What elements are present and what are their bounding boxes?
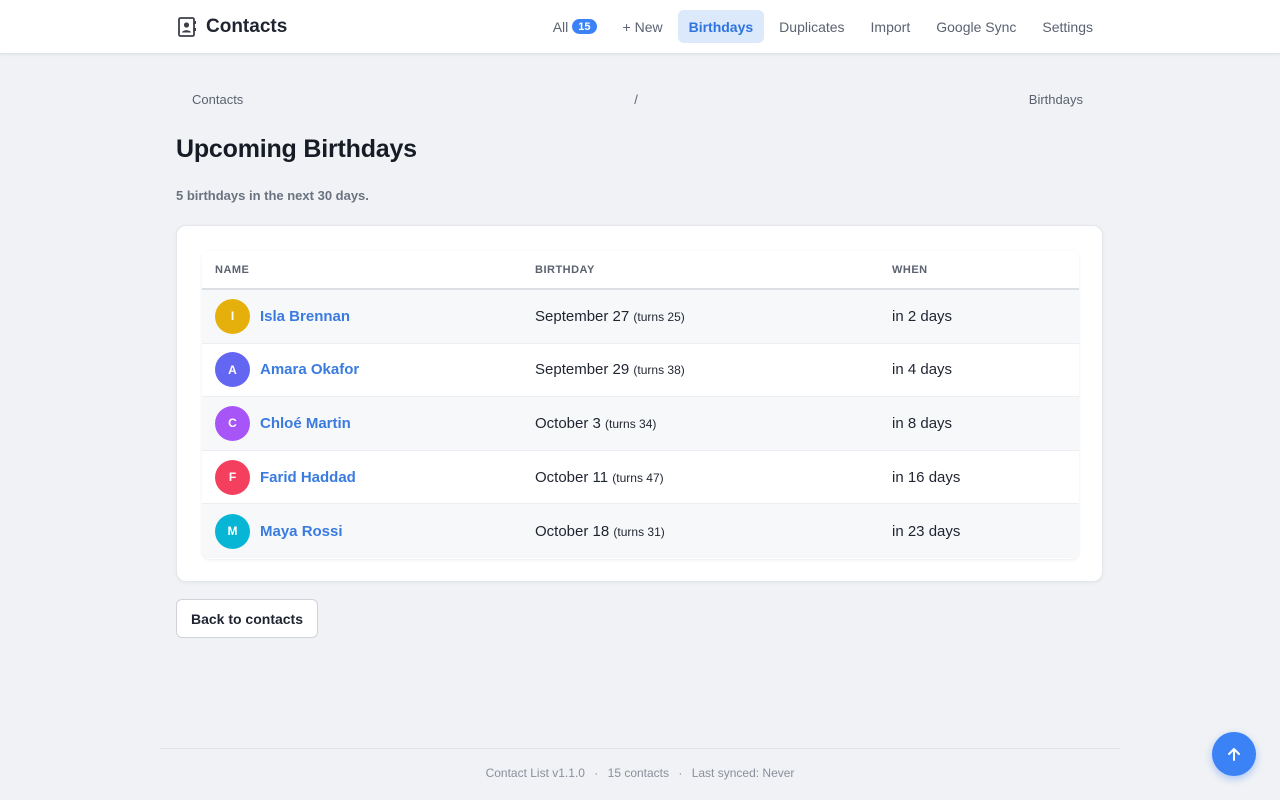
- name-cell: A Amara Okafor: [202, 352, 535, 388]
- table-row: F Farid Haddad October 11 (turns 47) in …: [202, 450, 1079, 505]
- breadcrumb: Contacts / Birthdays: [176, 90, 1103, 108]
- birthday-cell: September 27 (turns 25): [535, 308, 892, 325]
- nav-import[interactable]: Import: [860, 10, 922, 43]
- when-cell: in 23 days: [892, 522, 961, 540]
- scroll-to-top-button[interactable]: [1212, 732, 1256, 776]
- avatar: A: [215, 352, 250, 388]
- page-title: Upcoming Birthdays: [176, 135, 417, 163]
- nav-all[interactable]: All 15: [542, 10, 608, 43]
- nav-birthdays[interactable]: Birthdays: [677, 10, 765, 43]
- name-cell: C Chloé Martin: [202, 405, 535, 441]
- nav-settings[interactable]: Settings: [1031, 10, 1104, 43]
- nav-google-sync[interactable]: Google Sync: [925, 10, 1027, 43]
- footer-contacts-count: 15 contacts: [607, 766, 670, 780]
- address-book-icon: [178, 17, 196, 37]
- arrow-up-icon: [1228, 748, 1240, 761]
- birthday-date: September 29: [535, 361, 630, 379]
- footer-separator: ·: [678, 766, 683, 780]
- nav-all-label: All: [552, 18, 569, 35]
- breadcrumb-root[interactable]: Contacts: [192, 92, 243, 107]
- contact-name-link[interactable]: Amara Okafor: [260, 361, 359, 378]
- birthday-date: September 27: [535, 307, 630, 325]
- breadcrumb-current: Birthdays: [1028, 91, 1083, 107]
- when-cell: in 4 days: [892, 361, 953, 379]
- when-cell: in 8 days: [892, 414, 953, 432]
- contact-name-link[interactable]: Isla Brennan: [260, 308, 350, 325]
- birthday-date: October 11: [535, 468, 609, 486]
- nav-new[interactable]: + New: [612, 10, 674, 43]
- when-cell: in 16 days: [892, 468, 961, 486]
- back-to-contacts-button[interactable]: Back to contacts: [176, 599, 318, 638]
- birthday-cell: October 11 (turns 47): [535, 469, 892, 486]
- header-name: NAME: [215, 263, 250, 276]
- contacts-count-badge: 15: [572, 19, 597, 34]
- app-title: Contacts: [206, 16, 288, 37]
- birthdays-table: NAME BIRTHDAY WHEN I Isla Brennan Septem…: [202, 251, 1079, 559]
- page-subtitle: 5 birthdays in the next 30 days.: [176, 188, 369, 203]
- contact-name-link[interactable]: Chloé Martin: [260, 415, 351, 432]
- avatar: F: [215, 459, 250, 495]
- contact-name-link[interactable]: Farid Haddad: [260, 469, 356, 486]
- when-cell: in 2 days: [892, 307, 953, 325]
- name-cell: I Isla Brennan: [202, 298, 535, 334]
- header-birthday: BIRTHDAY: [535, 263, 595, 276]
- turns-age: (turns 25): [633, 309, 685, 324]
- birthday-date: October 18: [535, 522, 610, 540]
- top-navbar: Contacts All 15 + New Birthdays Duplicat…: [0, 0, 1280, 54]
- turns-age: (turns 47): [612, 470, 664, 485]
- turns-age: (turns 38): [633, 363, 685, 378]
- footer: Contact List v1.1.0 · 15 contacts · Last…: [0, 766, 1280, 780]
- footer-sync-status: Last synced: Never: [691, 766, 795, 780]
- brand[interactable]: Contacts: [178, 14, 287, 40]
- table-row: M Maya Rossi October 18 (turns 31) in 23…: [202, 504, 1079, 558]
- breadcrumb-separator: /: [634, 91, 638, 107]
- table-row: I Isla Brennan September 27 (turns 25) i…: [202, 290, 1079, 344]
- footer-version: Contact List v1.1.0: [485, 766, 585, 780]
- avatar: M: [215, 513, 250, 549]
- turns-age: (turns 31): [613, 524, 665, 539]
- table-body: I Isla Brennan September 27 (turns 25) i…: [202, 290, 1079, 558]
- birthday-cell: October 3 (turns 34): [535, 415, 892, 432]
- birthday-date: October 3: [535, 414, 601, 432]
- table-header: NAME BIRTHDAY WHEN: [202, 251, 1079, 290]
- name-cell: M Maya Rossi: [202, 513, 535, 549]
- table-row: C Chloé Martin October 3 (turns 34) in 8…: [202, 397, 1079, 451]
- birthdays-card: NAME BIRTHDAY WHEN I Isla Brennan Septem…: [176, 225, 1103, 582]
- name-cell: F Farid Haddad: [202, 459, 535, 495]
- header-when: WHEN: [892, 263, 928, 276]
- nav-duplicates[interactable]: Duplicates: [768, 10, 855, 43]
- birthday-cell: October 18 (turns 31): [535, 523, 892, 540]
- table-row: A Amara Okafor September 29 (turns 38) i…: [202, 343, 1079, 398]
- birthday-cell: September 29 (turns 38): [535, 361, 892, 378]
- turns-age: (turns 34): [605, 416, 657, 431]
- avatar: C: [215, 405, 250, 441]
- footer-separator: ·: [594, 766, 599, 780]
- avatar: I: [215, 298, 250, 334]
- main-nav: All 15 + New Birthdays Duplicates Import…: [542, 10, 1104, 43]
- footer-divider: [160, 748, 1120, 749]
- contact-name-link[interactable]: Maya Rossi: [260, 523, 343, 540]
